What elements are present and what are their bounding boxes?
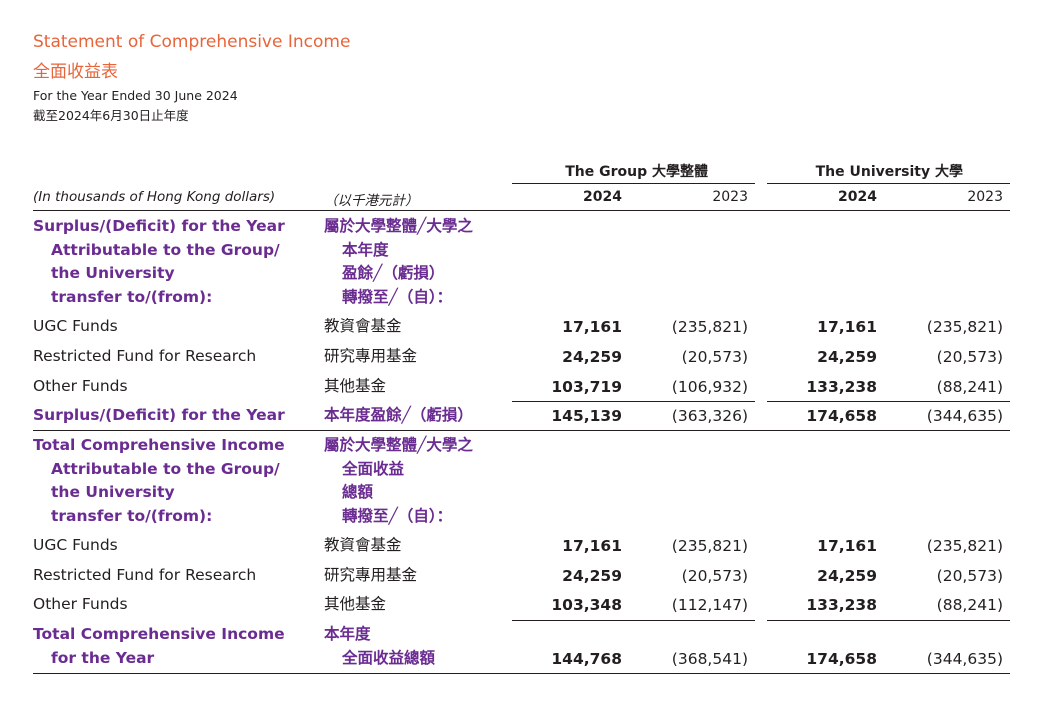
total-cell: (363,326): [671, 407, 748, 425]
group-header: The Group 大學整體: [565, 164, 708, 180]
section1-heading-en: Surplus/(Deficit) for the Year Attributa…: [33, 217, 285, 306]
section2-heading-en: Total Comprehensive Income Attributable …: [33, 436, 285, 525]
statement-title-zh: 全面收益表: [33, 62, 118, 82]
section1-bottom-rule: [33, 430, 1010, 431]
table-row-label-zh: 研究專用基金: [324, 566, 418, 584]
table-cell: 24,259: [562, 348, 622, 366]
year-group-2024: 2024: [583, 189, 622, 205]
table-cell: 133,238: [806, 596, 877, 614]
table-cell: 17,161: [817, 537, 877, 555]
period-en: For the Year Ended 30 June 2024: [33, 88, 238, 103]
table-cell: 103,719: [551, 378, 622, 396]
total-cell: (344,635): [926, 407, 1003, 425]
table-cell: (88,241): [936, 596, 1003, 614]
total-cell: 174,658: [806, 650, 877, 668]
table-row-label: Restricted Fund for Research: [33, 566, 257, 584]
table-row-label: UGC Funds: [33, 317, 118, 335]
section2-total-label-zh: 本年度 全面收益總額: [324, 625, 436, 667]
table-row-label: UGC Funds: [33, 536, 118, 554]
table-row-label-zh: 教資會基金: [324, 317, 402, 335]
table-cell: 17,161: [562, 537, 622, 555]
subtotal-rule-university: [767, 401, 1010, 402]
subtotal-rule-university: [767, 620, 1010, 621]
year-university-2024: 2024: [838, 189, 877, 205]
header-rule: [33, 210, 1010, 211]
section2-total-label: Total Comprehensive Income for the Year: [33, 625, 285, 667]
total-cell: (344,635): [926, 650, 1003, 668]
table-row-label-zh: 其他基金: [324, 595, 387, 613]
table-cell: (106,932): [671, 378, 748, 396]
table-cell: (235,821): [671, 318, 748, 336]
university-header-rule: [767, 183, 1010, 184]
table-cell: (20,573): [681, 567, 748, 585]
table-cell: (235,821): [926, 537, 1003, 555]
table-row-label: Restricted Fund for Research: [33, 347, 257, 365]
year-university-2023: 2023: [967, 189, 1003, 205]
year-group-2023: 2023: [712, 189, 748, 205]
table-cell: (20,573): [936, 348, 1003, 366]
section1-heading-zh: 屬於大學整體╱大學之 本年度 盈餘╱（虧損） 轉撥至╱（自）：: [324, 217, 473, 306]
table-row-label: Other Funds: [33, 377, 128, 395]
group-header-rule: [512, 183, 755, 184]
table-cell: 24,259: [562, 567, 622, 585]
statement-title-en: Statement of Comprehensive Income: [33, 32, 351, 52]
table-cell: (20,573): [681, 348, 748, 366]
total-cell: 174,658: [806, 407, 877, 425]
table-cell: 133,238: [806, 378, 877, 396]
table-cell: (88,241): [936, 378, 1003, 396]
university-header: The University 大學: [815, 164, 963, 180]
unit-label-zh: （以千港元計）: [324, 193, 419, 209]
table-cell: 17,161: [562, 318, 622, 336]
table-cell: 103,348: [551, 596, 622, 614]
subtotal-rule-group: [512, 401, 755, 402]
section1-total-label: Surplus/(Deficit) for the Year: [33, 406, 285, 424]
table-cell: (112,147): [671, 596, 748, 614]
section1-total-label-zh: 本年度盈餘╱（虧損）: [324, 406, 473, 424]
table-cell: 24,259: [817, 567, 877, 585]
table-row-label-zh: 教資會基金: [324, 536, 402, 554]
table-row-label-zh: 研究專用基金: [324, 347, 418, 365]
total-cell: 145,139: [551, 407, 622, 425]
table-cell: (20,573): [936, 567, 1003, 585]
unit-label-en: (In thousands of Hong Kong dollars): [33, 189, 276, 205]
table-row-label: Other Funds: [33, 595, 128, 613]
total-cell: 144,768: [551, 650, 622, 668]
table-cell: 17,161: [817, 318, 877, 336]
section2-bottom-rule: [33, 673, 1010, 674]
period-zh: 截至2024年6月30日止年度: [33, 108, 189, 123]
table-cell: 24,259: [817, 348, 877, 366]
table-cell: (235,821): [671, 537, 748, 555]
table-row-label-zh: 其他基金: [324, 377, 387, 395]
subtotal-rule-group: [512, 620, 755, 621]
table-cell: (235,821): [926, 318, 1003, 336]
total-cell: (368,541): [671, 650, 748, 668]
section2-heading-zh: 屬於大學整體╱大學之 全面收益 總額 轉撥至╱（自）：: [324, 436, 473, 525]
